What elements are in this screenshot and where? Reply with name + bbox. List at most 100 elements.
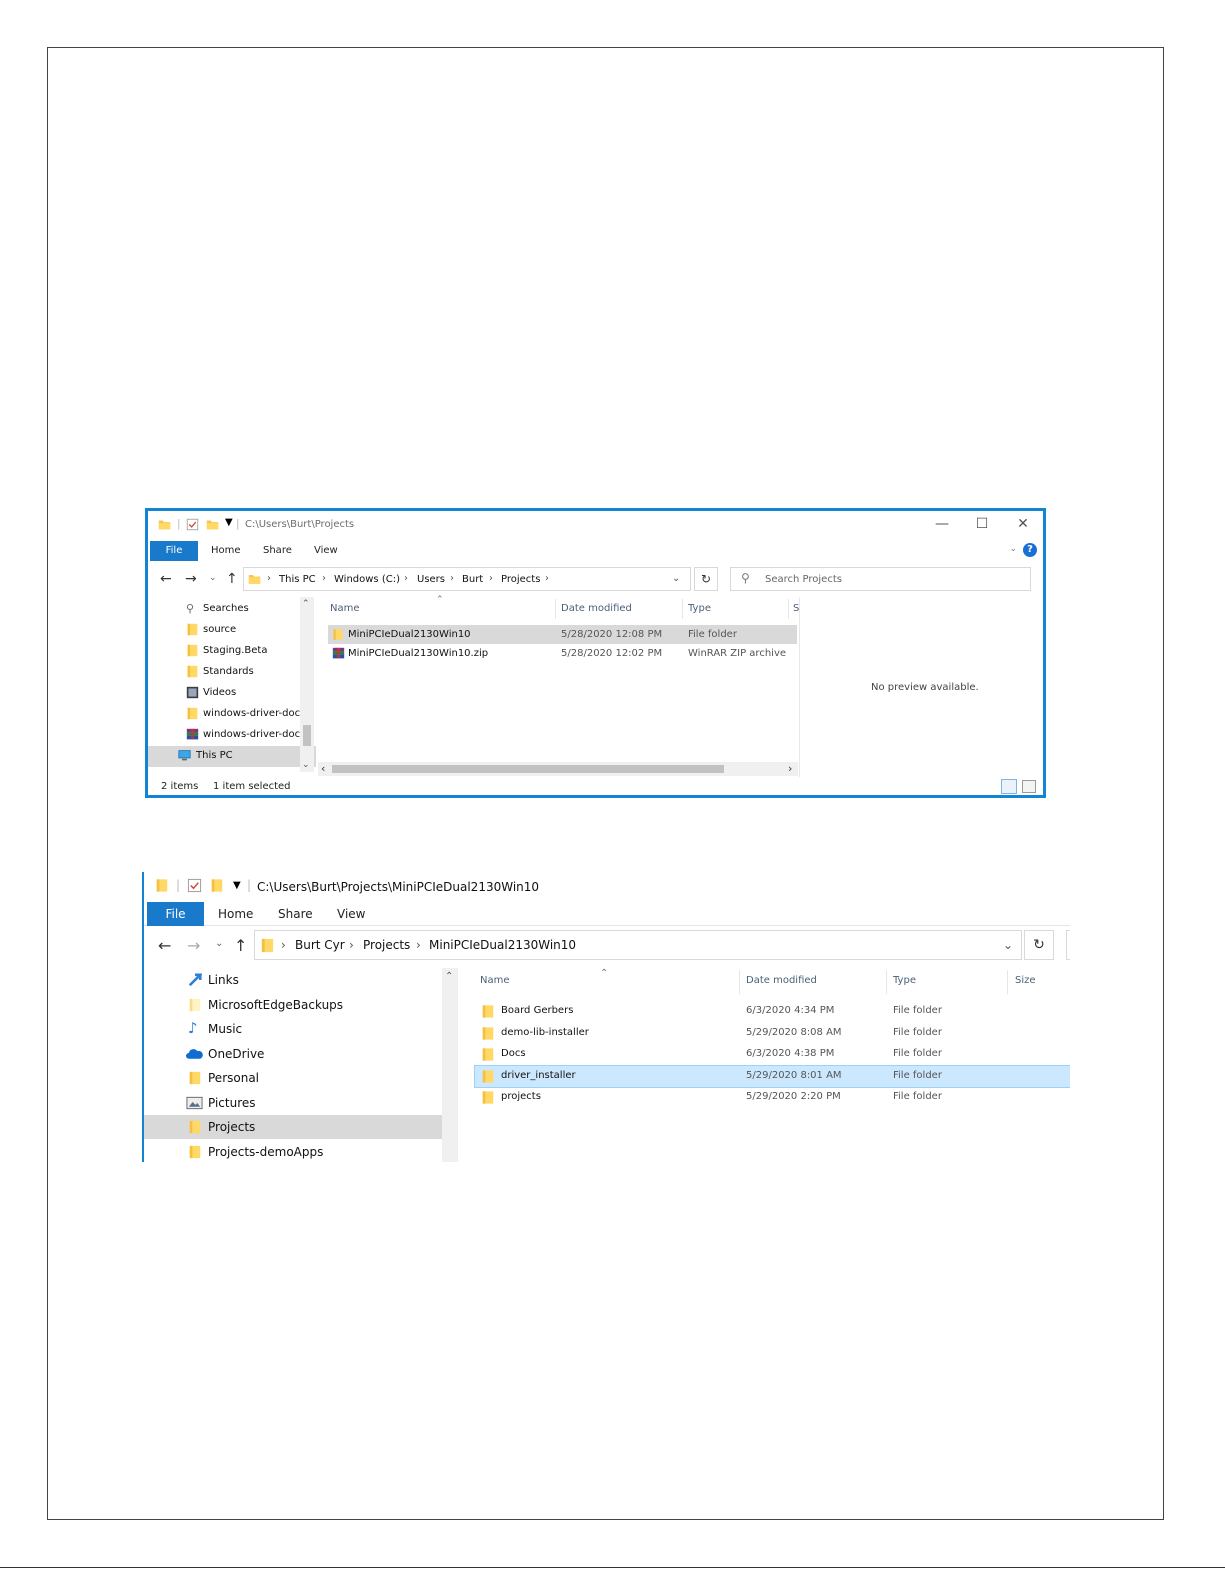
breadcrumb-burt[interactable]: Burt	[462, 574, 483, 585]
search-input[interactable]: ⚲ Search Projects	[730, 567, 1031, 591]
up-button[interactable]: ↑	[234, 936, 247, 955]
new-folder-icon[interactable]	[210, 878, 224, 893]
nav-item-videos[interactable]: Videos	[148, 683, 316, 704]
tab-share[interactable]: Share	[263, 545, 292, 556]
folder-icon	[481, 1026, 495, 1041]
tab-view[interactable]: View	[337, 907, 365, 921]
customize-toolbar-icon[interactable]: ▼	[225, 517, 233, 528]
customize-toolbar-icon[interactable]: ▼	[233, 880, 241, 891]
breadcrumb-windows-c[interactable]: Windows (C:)	[334, 574, 400, 585]
close-button[interactable]: ✕	[1013, 516, 1033, 532]
file-date: 6/3/2020 4:34 PM	[746, 1005, 835, 1016]
file-date: 5/29/2020 8:08 AM	[746, 1027, 842, 1038]
large-icons-view-icon[interactable]	[1022, 780, 1036, 793]
breadcrumb-minipcie[interactable]: MiniPCIeDual2130Win10	[429, 938, 576, 952]
refresh-button[interactable]: ↻	[694, 567, 718, 591]
column-header-name[interactable]: Name	[330, 603, 360, 614]
new-folder-icon[interactable]	[206, 518, 219, 531]
nav-item-windows-driver-doc-folder[interactable]: windows-driver-doc	[148, 704, 316, 725]
videos-icon	[186, 686, 199, 699]
folder-icon	[332, 628, 344, 641]
file-type: File folder	[893, 1091, 942, 1102]
forward-button[interactable]: →	[185, 571, 197, 587]
breadcrumb-projects[interactable]: Projects	[363, 938, 410, 952]
file-type: File folder	[893, 1005, 942, 1016]
address-history-icon[interactable]: ⌄	[1003, 938, 1013, 952]
details-view-icon[interactable]	[1001, 779, 1017, 794]
folder-icon	[186, 665, 199, 678]
address-bar[interactable]: › Burt Cyr › Projects › MiniPCIeDual2130…	[254, 930, 1022, 960]
ribbon-tabs: File Home Share View	[144, 902, 1070, 926]
forward-button[interactable]: →	[187, 936, 200, 955]
file-type: WinRAR ZIP archive	[688, 648, 787, 659]
properties-icon[interactable]	[187, 878, 202, 893]
breadcrumb-this-pc[interactable]: This PC	[279, 574, 316, 585]
nav-item-windows-driver-doc-archive[interactable]: windows-driver-doc	[148, 725, 316, 746]
table-row[interactable]: driver_installer 5/29/2020 8:01 AM File …	[474, 1065, 1070, 1088]
address-bar-row: ← → ⌄ ↑ › This PC › Windows (C:) › Users…	[148, 567, 1043, 595]
tab-home[interactable]: Home	[211, 545, 241, 556]
table-row[interactable]: MiniPCIeDual2130Win10 5/28/2020 12:08 PM…	[328, 625, 797, 644]
address-bar[interactable]: › This PC › Windows (C:) › Users › Burt …	[243, 567, 691, 591]
column-header-type[interactable]: Type	[893, 975, 916, 986]
nav-item-personal[interactable]: Personal	[144, 1066, 442, 1090]
column-header-date-modified[interactable]: Date modified	[746, 975, 817, 986]
folder-icon	[188, 1145, 202, 1159]
file-list-horizontal-scrollbar[interactable]: ‹ ›	[318, 762, 798, 776]
nav-vertical-scrollbar[interactable]: ⌃	[442, 968, 458, 1162]
breadcrumb-projects[interactable]: Projects	[501, 574, 540, 585]
nav-vertical-scrollbar[interactable]: ⌃ ⌄	[300, 597, 314, 772]
nav-item-links[interactable]: Links	[144, 968, 442, 992]
recent-locations-icon[interactable]: ⌄	[209, 573, 217, 583]
ribbon-tabs: File Home Share View ⌄ ?	[148, 541, 1043, 561]
file-date: 5/29/2020 8:01 AM	[746, 1070, 842, 1081]
nav-item-searches[interactable]: ⚲ Searches	[148, 599, 316, 620]
nav-item-projects[interactable]: Projects	[144, 1115, 442, 1139]
table-row[interactable]: projects 5/29/2020 2:20 PM File folder	[476, 1087, 1070, 1106]
expand-ribbon-icon[interactable]: ⌄	[1009, 544, 1017, 554]
nav-item-projects-demoapps[interactable]: Projects-demoApps	[144, 1140, 442, 1162]
recent-locations-icon[interactable]: ⌄	[215, 938, 223, 949]
column-header-type[interactable]: Type	[688, 603, 711, 614]
table-row[interactable]: Board Gerbers 6/3/2020 4:34 PM File fold…	[476, 1001, 1070, 1020]
tab-home[interactable]: Home	[218, 907, 253, 921]
up-button[interactable]: ↑	[226, 571, 238, 587]
address-history-icon[interactable]: ⌄	[672, 573, 680, 584]
tab-view[interactable]: View	[314, 545, 338, 556]
nav-item-microsoftedgebackups[interactable]: MicrosoftEdgeBackups	[144, 993, 442, 1017]
tab-share[interactable]: Share	[278, 907, 313, 921]
properties-icon[interactable]	[186, 518, 199, 531]
breadcrumb-burt-cyr[interactable]: Burt Cyr	[295, 938, 345, 952]
column-header-name[interactable]: Name	[480, 975, 510, 986]
help-icon[interactable]: ?	[1023, 543, 1037, 557]
folder-icon	[188, 1071, 202, 1085]
minimize-button[interactable]: —	[932, 516, 952, 532]
computer-icon	[178, 749, 191, 762]
links-icon	[188, 973, 202, 987]
nav-item-music[interactable]: ♪ Music	[144, 1017, 442, 1041]
nav-item-staging-beta[interactable]: Staging.Beta	[148, 641, 316, 662]
table-row[interactable]: demo-lib-installer 5/29/2020 8:08 AM Fil…	[476, 1023, 1070, 1042]
file-name: MiniPCIeDual2130Win10	[348, 629, 471, 640]
nav-item-source[interactable]: source	[148, 620, 316, 641]
maximize-button[interactable]: ☐	[972, 516, 992, 532]
onedrive-icon	[186, 1047, 203, 1061]
tab-file[interactable]: File	[147, 902, 204, 926]
column-header-date-modified[interactable]: Date modified	[561, 603, 632, 614]
nav-item-this-pc[interactable]: This PC	[148, 746, 316, 767]
table-row[interactable]: MiniPCIeDual2130Win10.zip 5/28/2020 12:0…	[328, 644, 797, 663]
column-header-size[interactable]: Size	[1015, 975, 1036, 986]
address-bar-row: ← → ⌄ ↑ › Burt Cyr › Projects › MiniPCIe…	[144, 930, 1070, 962]
back-button[interactable]: ←	[160, 571, 172, 587]
back-button[interactable]: ←	[158, 936, 171, 955]
nav-item-onedrive[interactable]: OneDrive	[144, 1042, 442, 1066]
breadcrumb-users[interactable]: Users	[417, 574, 445, 585]
folder-icon	[188, 998, 202, 1012]
nav-item-pictures[interactable]: Pictures	[144, 1091, 442, 1115]
nav-item-standards[interactable]: Standards	[148, 662, 316, 683]
search-input[interactable]	[1066, 930, 1070, 960]
table-row[interactable]: Docs 6/3/2020 4:38 PM File folder	[476, 1044, 1070, 1063]
refresh-button[interactable]: ↻	[1024, 930, 1054, 960]
tab-file[interactable]: File	[150, 541, 198, 561]
folder-icon	[186, 623, 199, 636]
